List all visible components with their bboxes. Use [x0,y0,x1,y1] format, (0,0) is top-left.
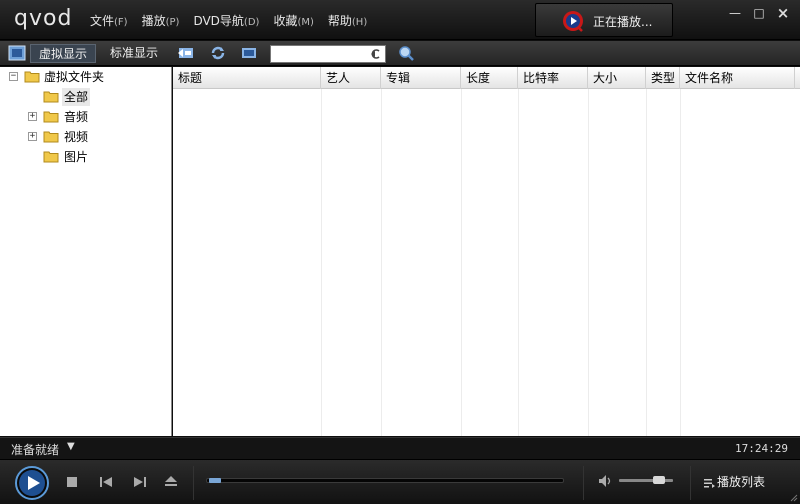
volume-thumb[interactable] [653,476,665,484]
window-controls: — □ × [728,6,790,21]
virtual-view-button[interactable]: 虚拟显示 [30,44,97,63]
tree-item-video[interactable]: + 视频 [0,128,170,146]
column-divider [461,89,462,436]
playlist-label: 播放列表 [717,475,766,489]
column-length[interactable]: 长度 [461,67,518,89]
play-circle-icon [563,11,583,32]
playlist-icon [704,478,715,488]
column-divider [381,89,382,436]
status-text: 准备就绪 [11,443,60,457]
divider [583,466,584,500]
column-size[interactable]: 大小 [588,67,646,89]
tree-label: 全部 [62,88,91,106]
library-icon[interactable] [8,45,26,61]
add-folder-icon[interactable] [177,45,195,61]
list-header: 标题 艺人 专辑 长度 比特率 大小 类型 文件名称 [173,67,800,89]
seek-bar[interactable] [206,478,564,483]
divider [193,466,194,500]
standard-view-button[interactable]: 标准显示 [102,44,166,63]
folder-icon [43,131,59,143]
menu-file[interactable]: 文件(F) [90,12,128,29]
folder-icon [43,111,59,123]
menu-play[interactable]: 播放(P) [142,12,180,29]
resize-grip-icon[interactable] [789,493,798,502]
tree-item-audio[interactable]: + 音频 [0,108,170,126]
folder-icon [43,151,59,163]
menu-help[interactable]: 帮助(H) [328,12,367,29]
search-icon[interactable] [398,45,416,61]
column-type[interactable]: 类型 [646,67,680,89]
tree-label: 虚拟文件夹 [44,70,105,84]
file-list[interactable]: 标题 艺人 专辑 长度 比特率 大小 类型 文件名称 [173,67,800,436]
stop-button[interactable] [66,476,78,488]
tree-item-all[interactable]: 全部 [0,88,170,106]
folder-icon [43,91,59,103]
expand-icon[interactable]: + [28,132,37,141]
tree-label: 图片 [64,150,89,164]
search-clear-icon[interactable] [368,47,382,61]
column-bitrate[interactable]: 比特率 [518,67,588,89]
menu-bar: 文件(F) 播放(P) DVD导航(D) 收藏(M) 帮助(H) [90,12,381,29]
folder-tree: − 虚拟文件夹 全部 + 音频 + 视频 图片 [0,67,172,436]
maximize-icon[interactable]: □ [752,6,766,20]
tree-item-pictures[interactable]: 图片 [0,148,170,166]
search-box [270,45,386,63]
column-divider [518,89,519,436]
eject-button[interactable] [164,474,178,488]
expand-icon[interactable]: + [28,112,37,121]
column-divider [680,89,681,436]
collapse-icon[interactable]: − [9,72,18,81]
close-icon[interactable]: × [776,6,790,21]
status-bar: 准备就绪 ▼ 17:24:29 [0,437,800,459]
now-playing-button[interactable]: 正在播放... [535,3,673,37]
screen-icon[interactable] [240,45,258,61]
minimize-icon[interactable]: — [728,6,742,20]
next-button[interactable] [133,475,147,489]
volume-slider[interactable] [619,476,673,484]
clock: 17:24:29 [735,442,788,455]
title-bar[interactable]: qvod 文件(F) 播放(P) DVD导航(D) 收藏(M) 帮助(H) 正在… [0,0,800,40]
tree-label: 音频 [64,110,89,124]
column-filename[interactable]: 文件名称 [680,67,795,89]
seek-thumb[interactable] [209,478,221,483]
status-dropdown-icon[interactable]: ▼ [67,441,75,452]
app-logo: qvod [14,6,73,31]
column-title[interactable]: 标题 [173,67,321,89]
now-playing-label: 正在播放... [593,15,653,29]
refresh-icon[interactable] [209,45,227,61]
folder-icon [24,71,40,83]
menu-favorites[interactable]: 收藏(M) [273,12,313,29]
playlist-button[interactable]: 播放列表 [703,472,765,492]
divider [690,466,691,500]
menu-dvd[interactable]: DVD导航(D) [193,12,259,29]
tree-label: 视频 [64,130,89,144]
previous-button[interactable] [99,475,113,489]
toolbar: 虚拟显示 标准显示 [0,41,800,66]
column-divider [588,89,589,436]
column-artist[interactable]: 艺人 [321,67,381,89]
speaker-icon[interactable] [598,474,614,488]
control-bar: 播放列表 [0,459,800,504]
column-divider [321,89,322,436]
tree-item-root[interactable]: − 虚拟文件夹 [0,68,170,86]
column-divider [646,89,647,436]
search-input[interactable] [271,46,367,62]
app-window: qvod 文件(F) 播放(P) DVD导航(D) 收藏(M) 帮助(H) 正在… [0,0,800,504]
column-album[interactable]: 专辑 [381,67,461,89]
play-button[interactable] [14,465,50,501]
